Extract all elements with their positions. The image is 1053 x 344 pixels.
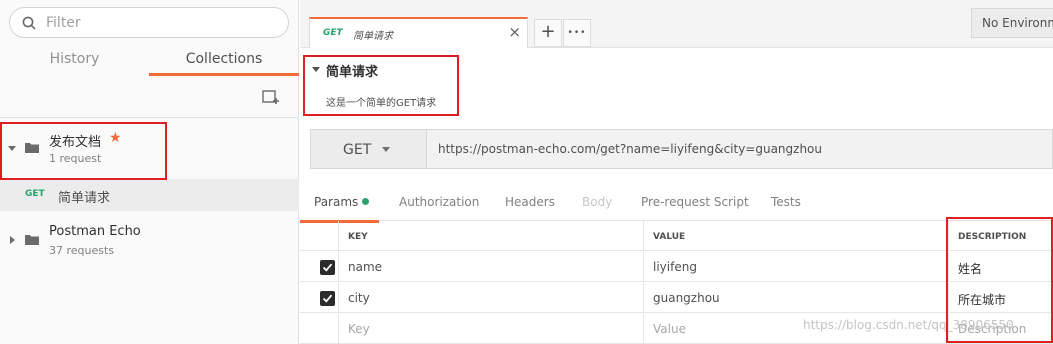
tab-params-label: Params [314, 195, 359, 209]
request-method-badge: GET [25, 189, 45, 199]
collection-name: Postman Echo [49, 224, 141, 239]
tab-method-badge: GET [323, 28, 343, 38]
collection-count: 37 requests [49, 244, 115, 257]
param-value: liyifeng [653, 260, 697, 274]
method-label: GET [343, 142, 372, 158]
param-value-cell[interactable]: liyifeng [644, 252, 949, 282]
highlight-box [946, 217, 1053, 343]
tab-headers[interactable]: Headers [505, 195, 555, 209]
table-row: city guangzhou 所在城市 [300, 283, 1053, 313]
sidebar-request-item[interactable]: GET 简单请求 [0, 179, 299, 211]
tab-request-name: 简单请求 [353, 31, 393, 42]
tab-collections[interactable]: Collections [149, 44, 299, 76]
param-checkbox[interactable] [320, 260, 335, 275]
param-value-cell[interactable]: guangzhou [644, 283, 949, 313]
environment-select[interactable]: No Environment [971, 8, 1053, 38]
filter-placeholder: Filter [46, 15, 81, 31]
param-key-cell[interactable]: city [339, 283, 644, 313]
param-key-cell[interactable]: name [339, 252, 644, 282]
check-cell [300, 252, 339, 282]
method-select[interactable]: GET [311, 130, 427, 168]
request-tab-bar: GET 简单请求 × + ••• No Environment [300, 0, 1053, 48]
sidebar-tabs: History Collections [0, 44, 299, 76]
param-value: guangzhou [653, 291, 720, 305]
check-icon [322, 294, 333, 303]
tab-pre-request-script[interactable]: Pre-request Script [641, 195, 749, 209]
new-tab-button[interactable]: + [534, 19, 562, 47]
params-active-dot [362, 198, 370, 205]
table-header-row: KEY VALUE DESCRIPTION [300, 221, 1053, 251]
header-key-label: KEY [348, 232, 368, 242]
folder-icon [25, 235, 39, 245]
request-tabs: Params Authorization Headers Body Pre-re… [299, 187, 1053, 223]
url-input[interactable]: https://postman-echo.com/get?name=liyife… [438, 142, 822, 156]
new-value-placeholder: Value [653, 322, 686, 336]
request-name: 简单请求 [58, 191, 111, 206]
new-key-input[interactable]: Key [339, 314, 644, 344]
filter-input[interactable]: Filter [9, 7, 289, 38]
param-key: city [348, 291, 370, 305]
url-bar: GET https://postman-echo.com/get?name=li… [310, 129, 1053, 169]
chevron-down-icon [382, 147, 390, 152]
request-tab[interactable]: GET 简单请求 × [309, 17, 528, 48]
close-icon[interactable]: × [508, 23, 521, 41]
tab-history[interactable]: History [0, 44, 149, 76]
param-checkbox[interactable] [320, 291, 335, 306]
check-cell [300, 283, 339, 313]
header-value-label: VALUE [653, 232, 686, 242]
search-icon [22, 16, 36, 30]
new-key-placeholder: Key [348, 322, 370, 336]
highlight-box [0, 122, 167, 180]
highlight-box [303, 55, 459, 116]
collection-item[interactable]: Postman Echo 37 requests [0, 212, 299, 268]
table-row: name liyifeng 姓名 [300, 252, 1053, 282]
header-key: KEY [339, 221, 644, 251]
tab-params[interactable]: Params [299, 195, 380, 223]
caret-right-icon[interactable] [10, 236, 15, 244]
header-check-cell [300, 221, 339, 251]
tab-authorization[interactable]: Authorization [399, 195, 479, 209]
header-value: VALUE [644, 221, 949, 251]
more-options-icon[interactable]: ••• [563, 19, 591, 47]
tab-tests[interactable]: Tests [771, 195, 801, 209]
param-key: name [348, 260, 383, 274]
check-cell [300, 314, 339, 344]
new-collection-icon[interactable] [262, 89, 280, 105]
check-icon [322, 263, 333, 272]
tab-body[interactable]: Body [582, 195, 612, 209]
